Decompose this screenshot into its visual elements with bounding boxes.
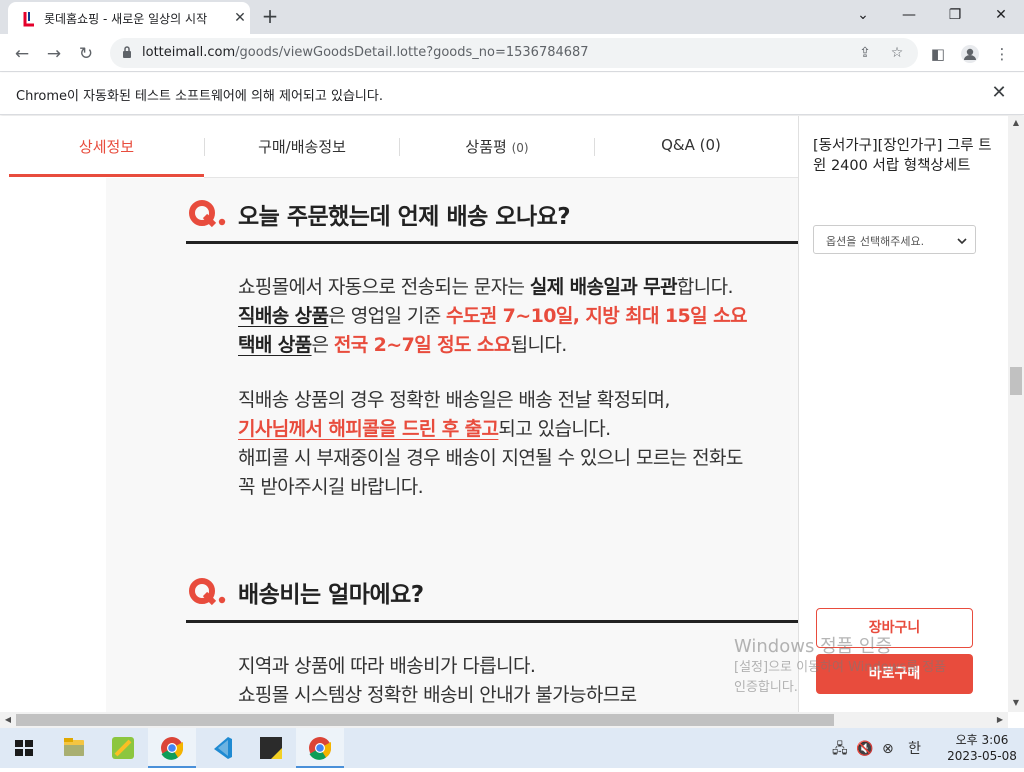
answer-bold-text: 택배 상품 [238, 334, 312, 356]
tab-qna[interactable]: Q&A (0) [595, 136, 787, 158]
tab-detail-info-label: 상세정보 [78, 138, 135, 156]
tab-qna-label: Q&A (0) [661, 136, 721, 154]
url-text: lotteimall.com/goods/viewGoodsDetail.lot… [142, 45, 589, 60]
answer-line: 직배송 상품의 경우 정확한 배송일은 배송 전날 확정되며, [238, 389, 670, 411]
tab-search-icon[interactable]: ⌄ [840, 0, 886, 30]
volume-muted-icon[interactable]: 🔇 [856, 741, 873, 757]
network-icon[interactable]: 🖧 [832, 741, 848, 757]
scroll-down-arrow-icon[interactable]: ▼ [1008, 696, 1024, 710]
infobar-close-icon[interactable]: ✕ [988, 82, 1010, 104]
vertical-scrollbar[interactable] [1008, 116, 1024, 712]
restore-button[interactable]: ❐ [932, 0, 978, 30]
new-tab-button[interactable]: + [258, 5, 282, 29]
answer-highlight-text: 전국 2~7일 정도 소요 [333, 334, 511, 356]
tab-reviews-label: 상품평 [465, 138, 507, 156]
status-icon[interactable]: ⊗ [882, 741, 894, 757]
answer-line: 택배 상품은 전국 2~7일 정도 소요됩니다. [238, 331, 567, 360]
windows-taskbar: 🖧 🔇 ⊗ 한 오후 3:06 2023-05-08 [0, 728, 1024, 768]
clock-date[interactable]: 2023-05-08 [944, 749, 1020, 763]
option-select[interactable]: 옵션을 선택해주세요. [813, 225, 976, 254]
tab-close-icon[interactable]: ✕ [230, 8, 250, 28]
address-bar[interactable]: lotteimall.com/goods/viewGoodsDetail.lot… [110, 38, 918, 68]
tab-reviews-count: (0) [511, 141, 529, 155]
close-window-button[interactable]: ✕ [978, 0, 1024, 30]
q-mark-icon [189, 200, 226, 228]
chrome-taskbar-icon[interactable] [148, 728, 196, 768]
product-tab-nav: 상세정보 구매/배송정보 상품평 (0) Q&A (0) [0, 116, 798, 178]
activation-watermark-text: 인증합니다. [734, 680, 798, 695]
chrome-taskbar-icon-2[interactable] [296, 728, 344, 768]
purchase-sidebar: [동서가구][장인가구] 그루 트윈 2400 서랍 형책상세트 옵션을 선택해… [798, 116, 1008, 712]
scroll-left-arrow-icon[interactable]: ◀ [0, 712, 16, 728]
back-icon[interactable]: ← [8, 40, 36, 68]
tab-nav-border [204, 177, 798, 178]
lotte-logo-icon [23, 12, 34, 27]
product-name: [동서가구][장인가구] 그루 트윈 2400 서랍 형책상세트 [813, 138, 992, 174]
scroll-right-arrow-icon[interactable]: ▶ [992, 712, 1008, 728]
answer-text: 되고 있습니다. [498, 418, 611, 440]
vertical-scroll-thumb[interactable] [1010, 367, 1022, 395]
answer-highlight-text: 수도권 7~10일, 지방 최대 15일 소요 [446, 305, 747, 327]
ime-indicator[interactable]: 한 [908, 741, 921, 757]
clock-time[interactable]: 오후 3:06 [944, 731, 1020, 748]
answer-text: 됩니다. [510, 334, 568, 356]
activation-watermark-text: [설정]으로 이동하여 Windows를 정품 [734, 660, 947, 675]
lock-icon [123, 46, 131, 58]
file-explorer-icon[interactable] [50, 728, 98, 768]
answer-text: 은 영업일 기준 [328, 305, 447, 327]
start-button[interactable] [0, 728, 48, 768]
answer-line: 기사님께서 해피콜을 드린 후 출고되고 있습니다. [238, 415, 611, 444]
answer-text: 쇼핑몰에서 자동으로 전송되는 문자는 [238, 276, 530, 298]
forward-icon[interactable]: → [40, 40, 68, 68]
url-host: lotteimall.com [142, 45, 236, 60]
tab-title: 롯데홈쇼핑 - 새로운 일상의 시작 [44, 12, 208, 26]
answer-line: 지역과 상품에 따라 배송비가 다릅니다. [238, 655, 536, 677]
answer-line: 직배송 상품은 영업일 기준 수도권 7~10일, 지방 최대 15일 소요 [238, 302, 747, 331]
active-tab-indicator [9, 174, 204, 177]
browser-tab[interactable]: 롯데홈쇼핑 - 새로운 일상의 시작 ✕ [8, 2, 250, 34]
bookmark-star-icon[interactable]: ☆ [887, 43, 907, 63]
answer-highlight-text: 기사님께서 해피콜을 드린 후 출고 [238, 418, 499, 440]
option-placeholder: 옵션을 선택해주세요. [826, 235, 925, 248]
activation-watermark-title: Windows 정품 인증 [734, 636, 893, 657]
profile-avatar-icon[interactable] [956, 40, 984, 68]
windows-logo-icon [15, 740, 33, 756]
answer-bold-text: 실제 배송일과 무관 [529, 276, 678, 298]
q-mark-icon [189, 578, 226, 606]
vscode-icon[interactable] [198, 728, 246, 768]
horizontal-scroll-thumb[interactable] [16, 714, 834, 726]
faq-question-title: 배송비는 얼마에요? [238, 582, 424, 608]
answer-line: 쇼핑몰 시스템상 정확한 배송비 안내가 불가능하므로 [238, 684, 637, 706]
tab-purchase-delivery-label: 구매/배송정보 [258, 138, 346, 156]
side-panel-icon[interactable]: ◧ [924, 40, 952, 68]
automation-infobar: Chrome이 자동화된 테스트 소프트웨어에 의해 제어되고 있습니다. ✕ [0, 73, 1024, 115]
answer-line: 쇼핑몰에서 자동으로 전송되는 문자는 실제 배송일과 무관합니다. [238, 273, 734, 302]
answer-line: 해피콜 시 부재중이실 경우 배송이 지연될 수 있으니 모르는 전화도 [238, 447, 743, 469]
chevron-down-icon [957, 238, 967, 245]
faq-question-title: 오늘 주문했는데 언제 배송 오나요? [238, 204, 571, 230]
system-tray: 🖧 🔇 ⊗ 한 [832, 738, 921, 762]
answer-bold-text: 직배송 상품 [238, 305, 329, 327]
tab-reviews[interactable]: 상품평 (0) [400, 136, 594, 158]
reload-icon[interactable]: ↻ [72, 40, 100, 68]
question-underline [186, 241, 798, 244]
share-icon[interactable]: ⇪ [855, 43, 875, 63]
tab-purchase-delivery[interactable]: 구매/배송정보 [205, 136, 399, 158]
answer-text: 합니다. [676, 276, 734, 298]
page-viewport: 상세정보 구매/배송정보 상품평 (0) Q&A (0) 오늘 주문했는데 언제… [0, 116, 1008, 712]
question-underline [186, 620, 798, 623]
menu-kebab-icon[interactable]: ⋮ [988, 40, 1016, 68]
maps-app-icon[interactable] [99, 728, 147, 768]
minimize-button[interactable]: — [886, 0, 932, 30]
tab-detail-info[interactable]: 상세정보 [9, 136, 204, 158]
infobar-text: Chrome이 자동화된 테스트 소프트웨어에 의해 제어되고 있습니다. [16, 89, 383, 104]
answer-line: 꼭 받아주시길 바랍니다. [238, 476, 424, 498]
url-path: /goods/viewGoodsDetail.lotte?goods_no=15… [235, 45, 589, 60]
scroll-up-arrow-icon[interactable]: ▲ [1008, 116, 1024, 130]
browser-toolbar: ← → ↻ lotteimall.com/goods/viewGoodsDeta… [0, 34, 1024, 72]
notes-app-icon[interactable] [247, 728, 295, 768]
answer-text: 은 [311, 334, 334, 356]
